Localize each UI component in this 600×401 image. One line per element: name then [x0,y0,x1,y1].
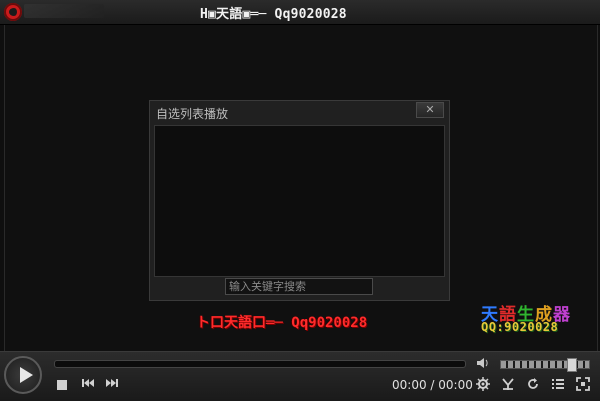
share-icon[interactable] [500,377,516,393]
close-button[interactable]: ✕ [416,102,444,118]
time-display: 00:00 / 00:00 [392,378,473,392]
settings-icon[interactable] [475,377,491,393]
title-bar: H▣天語▣═─ Qq9020028 [0,0,600,25]
watermark-qq: QQ:9020028 [481,320,559,334]
playlist-list[interactable] [154,125,445,277]
playlist-icon[interactable] [550,377,566,393]
play-button[interactable] [4,356,42,394]
window-title: H▣天語▣═─ Qq9020028 [200,7,347,22]
fullscreen-icon[interactable] [575,377,591,393]
refresh-icon[interactable] [525,377,541,393]
volume-knob[interactable] [567,358,578,372]
progress-bar[interactable] [54,360,466,368]
previous-button[interactable] [80,377,96,393]
control-bar: 00:00 / 00:00 [0,351,600,401]
playlist-dialog: 自选列表播放 ✕ [149,100,450,301]
next-button[interactable] [104,377,120,393]
playlist-title: 自选列表播放 [156,107,229,121]
watermark-red-text: ト口天語口═─ Qq9020028 [196,315,368,331]
search-input[interactable] [225,278,373,295]
app-logo-icon[interactable] [4,3,22,21]
volume-slider[interactable] [500,358,590,372]
app-logo-text [24,4,104,18]
stop-button[interactable] [54,377,70,393]
volume-icon[interactable] [476,357,490,369]
